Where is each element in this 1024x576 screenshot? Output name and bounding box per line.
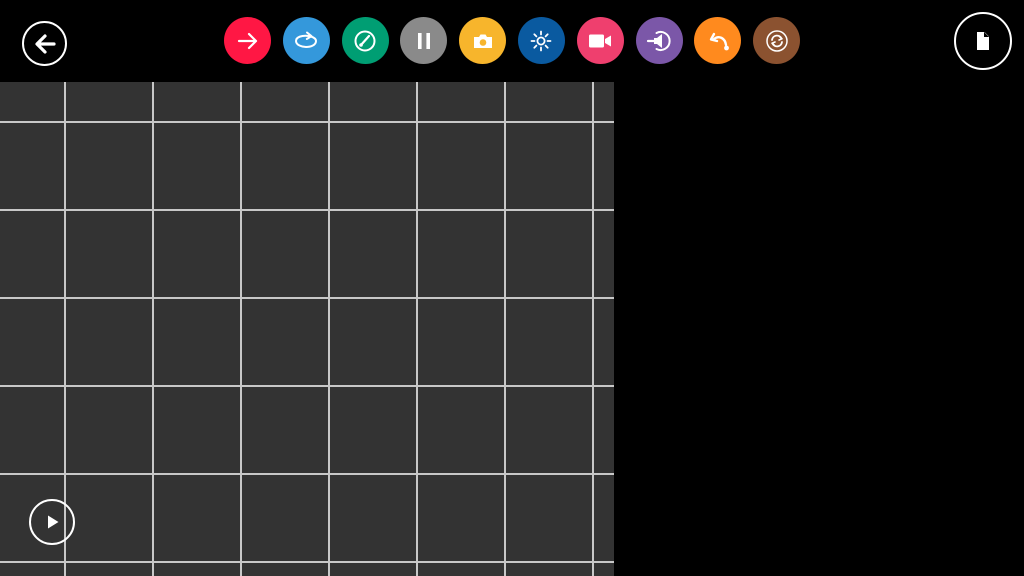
camera-icon xyxy=(473,34,492,48)
rotate-arrow-icon xyxy=(295,31,318,48)
flip-button[interactable] xyxy=(694,17,742,64)
arrow-left-icon xyxy=(34,33,56,54)
curved-arrow-icon xyxy=(709,32,729,50)
loop-icon xyxy=(765,29,788,52)
sun-icon xyxy=(531,30,552,51)
video-button[interactable] xyxy=(576,17,624,64)
speed-button[interactable] xyxy=(341,17,389,64)
command-toolbar xyxy=(224,17,801,64)
play-button[interactable] xyxy=(29,499,75,545)
grid-lines xyxy=(0,82,614,576)
speaker-icon xyxy=(646,30,671,51)
play-icon xyxy=(48,515,59,529)
video-camera-icon xyxy=(589,34,612,47)
move-forward-button[interactable] xyxy=(224,17,271,64)
gauge-icon xyxy=(354,30,376,51)
document-button[interactable] xyxy=(954,12,1012,70)
app-screen xyxy=(0,0,1024,576)
top-bar xyxy=(0,0,1024,82)
sound-button[interactable] xyxy=(635,17,683,64)
rotate-button[interactable] xyxy=(282,17,330,64)
light-button[interactable] xyxy=(517,17,565,64)
grid-canvas[interactable] xyxy=(0,82,614,576)
pause-button[interactable] xyxy=(400,17,448,64)
pause-icon xyxy=(417,32,430,49)
loop-button[interactable] xyxy=(753,17,801,64)
camera-button[interactable] xyxy=(459,17,507,64)
arrow-right-icon xyxy=(237,32,257,49)
back-button[interactable] xyxy=(22,21,67,66)
document-icon xyxy=(977,32,989,50)
